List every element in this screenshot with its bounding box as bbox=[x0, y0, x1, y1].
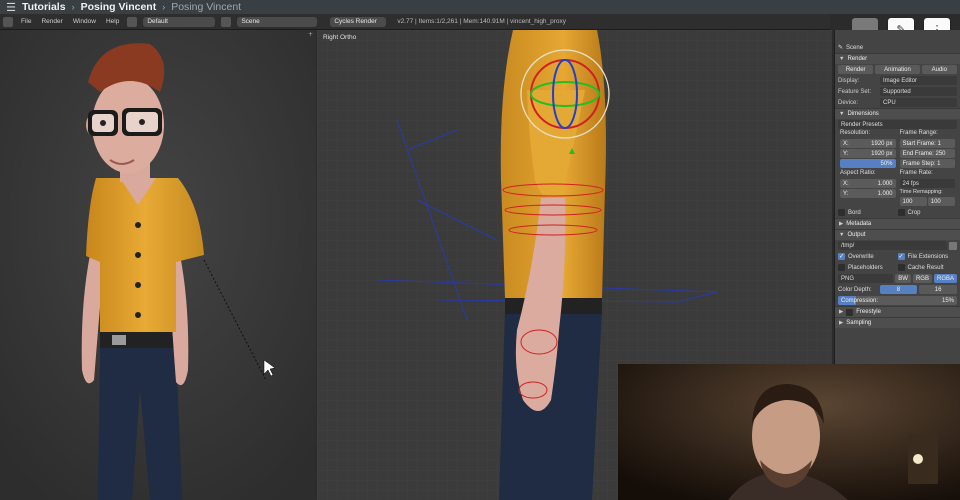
compression-slider[interactable]: Compression: 15% bbox=[838, 296, 957, 305]
webcam-overlay bbox=[618, 364, 960, 500]
breadcrumb-tutorials[interactable]: Tutorials bbox=[22, 1, 66, 13]
compression-label: Compression: bbox=[841, 297, 879, 304]
sampling-header-label: Sampling bbox=[846, 320, 872, 326]
device-select[interactable]: CPU bbox=[880, 98, 957, 107]
device-label: Device: bbox=[838, 99, 859, 106]
bw-button[interactable]: BW bbox=[895, 274, 911, 283]
cache-result-checkbox[interactable]: Cache Result bbox=[897, 264, 958, 271]
render-presets-select[interactable]: Render Presets bbox=[838, 120, 957, 129]
chevron-right-icon: › bbox=[162, 2, 166, 12]
scene-label: Scene bbox=[846, 44, 864, 51]
scene-stats: v2.77 | Items:1/2,261 | Mem:140.91M | vi… bbox=[397, 18, 567, 25]
dimensions-header-label: Dimensions bbox=[847, 111, 879, 117]
view-corner-icon[interactable]: + bbox=[308, 31, 314, 38]
placeholders-checkbox[interactable]: Placeholders bbox=[838, 264, 898, 271]
aspect-x-field[interactable]: X: 1.000 bbox=[840, 179, 896, 188]
metadata-header-label: Metadata bbox=[846, 221, 872, 227]
checkbox-icon[interactable] bbox=[846, 308, 854, 316]
crop-checkbox[interactable]: Crop bbox=[897, 209, 958, 216]
aspect-y-field[interactable]: Y: 1.000 bbox=[840, 189, 896, 198]
front-view-character bbox=[0, 30, 316, 500]
remap-new-field[interactable]: 100 bbox=[927, 197, 955, 206]
rgba-button[interactable]: RGBA bbox=[933, 274, 957, 283]
scene-icon: ✎ bbox=[838, 45, 844, 51]
metadata-panel-header[interactable]: ▶ Metadata bbox=[835, 218, 960, 229]
resolution-percent-slider[interactable]: 50% bbox=[840, 159, 896, 168]
app-header: ☰ Tutorials › Posing Vincent › Posing Vi… bbox=[0, 0, 960, 14]
checkbox-icon bbox=[897, 209, 905, 216]
breadcrumb-course[interactable]: Posing Vincent bbox=[81, 1, 157, 13]
feature-label: Feature Set: bbox=[838, 88, 872, 95]
menu-file[interactable]: File bbox=[21, 18, 31, 25]
animation-button[interactable]: Animation bbox=[875, 65, 920, 74]
start-frame-field[interactable]: Start Frame: 1 bbox=[899, 139, 955, 148]
menu-help[interactable]: Help bbox=[106, 18, 119, 25]
folder-icon[interactable] bbox=[949, 241, 957, 250]
freestyle-header-label: Freestyle bbox=[856, 309, 881, 315]
scene-icon[interactable] bbox=[221, 16, 232, 27]
frame-rate-label: Frame Rate: bbox=[899, 170, 933, 176]
feature-set-select[interactable]: Supported bbox=[880, 87, 957, 96]
rgb-button[interactable]: RGB bbox=[912, 274, 932, 283]
checkbox-icon bbox=[897, 264, 905, 271]
render-button[interactable]: Render bbox=[838, 65, 874, 74]
frame-range-label: Frame Range: bbox=[899, 130, 938, 136]
scene-context: ✎ Scene bbox=[835, 42, 960, 53]
render-engine-select[interactable]: Cycles Render bbox=[330, 16, 387, 27]
display-select[interactable]: Image Editor bbox=[880, 76, 957, 85]
triangle-down-icon: ▼ bbox=[839, 111, 845, 117]
checkbox-icon bbox=[838, 264, 845, 271]
viewport-front[interactable] bbox=[0, 30, 316, 500]
triangle-down-icon: ▼ bbox=[839, 56, 845, 62]
checkbox-checked-icon: ✓ bbox=[838, 253, 845, 260]
depth-8-button[interactable]: 8 bbox=[879, 285, 918, 294]
display-label: Display: bbox=[838, 77, 860, 84]
checkbox-icon bbox=[838, 209, 845, 216]
end-frame-field[interactable]: End Frame: 250 bbox=[899, 149, 955, 158]
compression-value: 15% bbox=[941, 297, 954, 304]
chevron-right-icon: › bbox=[71, 2, 75, 12]
frame-rate-select[interactable]: 24 fps bbox=[899, 179, 955, 188]
triangle-right-icon: ▶ bbox=[839, 320, 844, 326]
triangle-right-icon: ▶ bbox=[839, 221, 844, 227]
triangle-right-icon: ▶ bbox=[839, 309, 844, 315]
menu-icon[interactable]: ☰ bbox=[0, 0, 22, 14]
presenter-video bbox=[618, 364, 960, 500]
resolution-label: Resolution: bbox=[840, 130, 871, 136]
output-panel-header[interactable]: ▼ Output bbox=[835, 229, 960, 240]
time-remap-label: Time Remapping: bbox=[899, 189, 943, 195]
resolution-x-field[interactable]: X: 1920 px bbox=[840, 139, 896, 148]
scene-select[interactable]: Scene bbox=[237, 16, 318, 27]
depth-16-button[interactable]: 16 bbox=[919, 285, 957, 294]
screen-layout-icon[interactable] bbox=[127, 16, 138, 27]
render-panel-header[interactable]: ▼ Render bbox=[835, 53, 960, 64]
resolution-y-field[interactable]: Y: 1920 px bbox=[840, 149, 896, 158]
sampling-panel-header[interactable]: ▶ Sampling bbox=[835, 317, 960, 328]
output-header-label: Output bbox=[847, 232, 866, 238]
breadcrumb-current: Posing Vincent bbox=[171, 1, 242, 13]
layout-select[interactable]: Default bbox=[143, 16, 216, 27]
overwrite-checkbox[interactable]: ✓ Overwrite bbox=[838, 253, 898, 260]
render-header-label: Render bbox=[847, 56, 868, 62]
dimensions-panel-header[interactable]: ▼ Dimensions bbox=[835, 108, 960, 119]
audio-button[interactable]: Audio bbox=[921, 65, 957, 74]
blender-info-header: File Render Window Help Default Scene Cy… bbox=[0, 14, 830, 30]
remap-old-field[interactable]: 100 bbox=[899, 197, 927, 206]
border-checkbox[interactable]: Bord bbox=[838, 209, 898, 216]
checkbox-checked-icon: ✓ bbox=[897, 253, 905, 260]
triangle-down-icon: ▼ bbox=[839, 232, 845, 238]
view-label: Right Ortho bbox=[323, 34, 357, 41]
editor-type-icon[interactable] bbox=[3, 16, 13, 27]
output-path-field[interactable]: /tmp/ bbox=[838, 241, 947, 250]
file-format-select[interactable]: PNG bbox=[838, 274, 894, 283]
frame-step-field[interactable]: Frame Step: 1 bbox=[899, 159, 955, 168]
file-extensions-checkbox[interactable]: ✓ File Extensions bbox=[897, 253, 958, 260]
menu-render[interactable]: Render bbox=[41, 18, 62, 25]
menu-window[interactable]: Window bbox=[73, 18, 96, 25]
color-depth-label: Color Depth: bbox=[838, 286, 872, 293]
aspect-ratio-label: Aspect Ratio: bbox=[840, 170, 876, 176]
freestyle-panel-header[interactable]: ▶ Freestyle bbox=[835, 306, 960, 317]
